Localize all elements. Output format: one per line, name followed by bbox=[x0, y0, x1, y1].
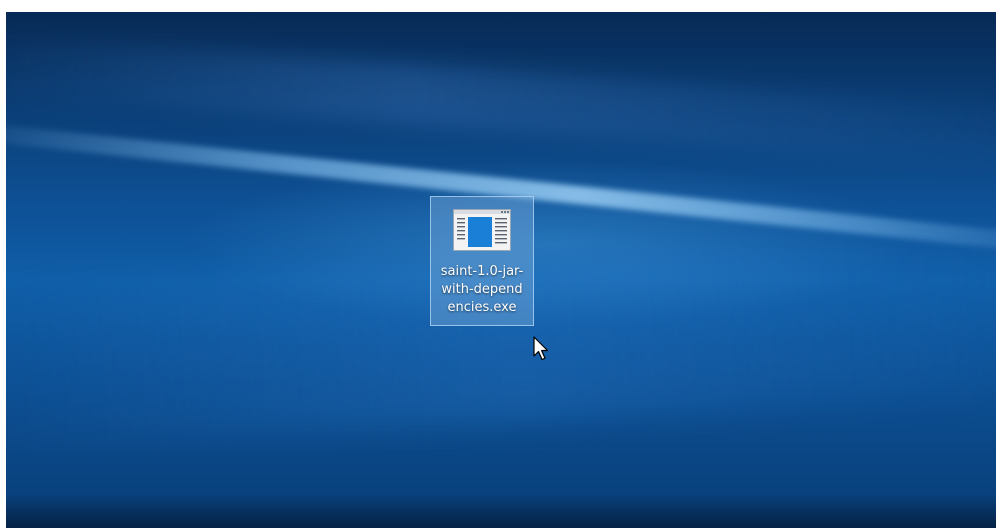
desktop-icon-label: saint-1.0-jar- with-depend encies.exe bbox=[433, 263, 531, 317]
mouse-pointer-icon bbox=[533, 336, 549, 361]
screen-frame: saint-1.0-jar- with-depend encies.exe bbox=[0, 0, 1001, 528]
desktop-background[interactable]: saint-1.0-jar- with-depend encies.exe bbox=[6, 12, 996, 528]
icon-label-line: encies.exe bbox=[447, 300, 517, 315]
desktop-icon-saint-exe[interactable]: saint-1.0-jar- with-depend encies.exe bbox=[430, 196, 534, 326]
exe-app-icon bbox=[453, 209, 511, 251]
wallpaper-shade bbox=[6, 494, 996, 528]
icon-label-line: with-depend bbox=[441, 282, 523, 297]
icon-label-line: saint-1.0-jar- bbox=[440, 264, 524, 279]
